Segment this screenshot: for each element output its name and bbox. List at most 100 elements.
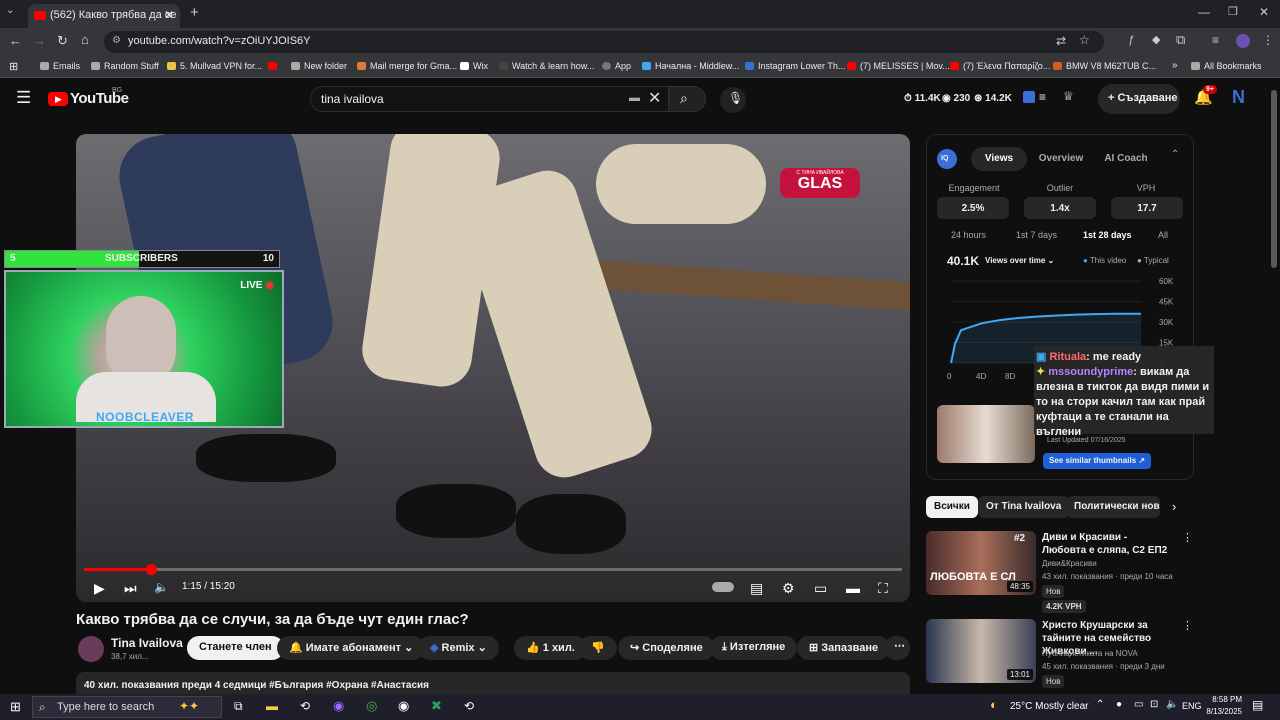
search-input[interactable]: tina ivailova ▬ ✕ [310, 86, 670, 112]
browser-menu-icon[interactable]: ⋮ [1262, 33, 1274, 47]
settings-gear-icon[interactable]: ⚙ [782, 580, 795, 597]
bookmark-youtube[interactable] [268, 61, 281, 71]
recommended-thumbnail[interactable]: 13:01 [926, 619, 1036, 683]
extensions-puzzle-icon[interactable]: ⧉ [1176, 32, 1185, 48]
app-icon[interactable]: ⟲ [464, 699, 474, 713]
microphone-tray-icon[interactable]: ● [1116, 699, 1122, 710]
tab-overview[interactable]: Overview [1033, 147, 1089, 171]
tab-views[interactable]: Views [971, 147, 1027, 171]
page-scrollbar[interactable] [1271, 90, 1277, 268]
vidiq-icon[interactable] [1023, 91, 1035, 103]
channel-avatar[interactable] [78, 636, 104, 662]
chip-from-channel[interactable]: От Tina Ivailova [978, 496, 1070, 518]
range-28d[interactable]: 1st 28 days [1083, 230, 1132, 240]
search-button[interactable]: ⌕ [668, 86, 706, 112]
app-icon[interactable]: ◉ [333, 698, 344, 714]
bookmark-wix[interactable]: Wix [460, 61, 488, 71]
extension-icon[interactable]: ◆ [1152, 33, 1160, 46]
reload-icon[interactable]: ↻ [57, 33, 68, 49]
bookmark-elena[interactable]: (7) Έλενα Παπαρίζο... [950, 61, 1050, 71]
recommended-menu-icon[interactable]: ⋮ [1182, 619, 1193, 632]
tray-chevron-icon[interactable]: ⌃ [1096, 699, 1104, 710]
close-window-icon[interactable]: ✕ [1259, 5, 1269, 19]
bookmark-random-stuff[interactable]: Random Stuff [91, 61, 159, 71]
translate-icon[interactable]: ⇄ [1056, 34, 1066, 48]
subscribed-button[interactable]: 🔔 Имате абонамент ⌄ [277, 636, 426, 660]
progress-bar[interactable] [84, 564, 902, 575]
task-view-icon[interactable]: ⧉ [234, 699, 243, 714]
join-button[interactable]: Станете член [187, 636, 284, 660]
subtitles-icon[interactable]: ▤ [750, 580, 763, 597]
media-icon[interactable]: ≡ [1212, 33, 1219, 47]
profile-avatar[interactable] [1236, 34, 1250, 48]
recommended-title[interactable]: Диви и Красиви - Любовта е сляпа, С2 ЕП2 [1042, 531, 1172, 557]
range-24h[interactable]: 24 hours [951, 230, 986, 240]
tab-list-icon[interactable]: ⌄ [6, 5, 14, 16]
bookmark-melisses[interactable]: (7) MELISSES | Mov... [847, 61, 950, 71]
app-icon[interactable]: ⟲ [300, 699, 310, 713]
range-7d[interactable]: 1st 7 days [1016, 230, 1057, 240]
theater-mode-icon[interactable]: ▬ [846, 580, 860, 596]
restore-icon[interactable]: ❐ [1228, 5, 1238, 18]
recommended-menu-icon[interactable]: ⋮ [1182, 531, 1193, 544]
new-tab-icon[interactable]: + [190, 4, 199, 21]
bookmark-all[interactable]: All Bookmarks [1191, 61, 1262, 71]
recommended-video[interactable]: 13:01 Христо Крушарски за тайните на сем… [926, 619, 1194, 703]
clear-search-icon[interactable]: ✕ [648, 88, 661, 108]
bookmark-emails[interactable]: Emails [40, 61, 80, 71]
file-explorer-icon[interactable]: ▬ [266, 699, 278, 713]
bookmark-watch-learn[interactable]: Watch & learn how... [499, 61, 594, 71]
clock-date[interactable]: 8/13/2025 [1198, 707, 1242, 716]
app-icon[interactable]: ◉ [398, 698, 409, 714]
share-button[interactable]: ↪ Споделяне [618, 636, 715, 660]
excel-icon[interactable]: ✖ [431, 698, 442, 714]
voice-search-button[interactable]: 🎙 [720, 87, 746, 113]
start-windows-icon[interactable]: ⊞ [10, 699, 21, 715]
trophy-icon[interactable]: ♕ [1063, 89, 1074, 103]
network-icon[interactable]: ⊡ [1150, 699, 1158, 710]
browser-tab[interactable]: (562) Какво трябва да се случ... ✕ [28, 4, 180, 28]
volume-icon[interactable]: 🔈 [154, 580, 169, 594]
notifications-icon[interactable]: ▤ [1252, 698, 1263, 712]
chip-political[interactable]: Политически нови... [1066, 496, 1160, 518]
recommended-channel[interactable]: Диви&Красиви [1042, 559, 1097, 568]
clock-time[interactable]: 8:58 PM [1206, 695, 1242, 704]
bookmark-new-folder[interactable]: New folder [291, 61, 347, 71]
next-icon[interactable]: ⏭ [124, 580, 137, 597]
play-icon[interactable]: ▶ [94, 580, 105, 597]
omnibox[interactable]: ⚙ youtube.com/watch?v=zOiUYJOIS6Y ⇄ ☆ [104, 31, 1104, 53]
chips-next-icon[interactable]: › [1172, 499, 1176, 514]
chrome-icon[interactable]: ◎ [366, 698, 377, 714]
collapse-icon[interactable]: ⌃ [1171, 149, 1179, 160]
bookmark-app[interactable]: App [602, 61, 631, 71]
chip-all[interactable]: Всички [926, 496, 978, 518]
bookmark-instagram[interactable]: Instagram Lower Th... [745, 61, 845, 71]
account-avatar[interactable]: N [1232, 87, 1245, 108]
apps-grid-icon[interactable]: ⊞ [9, 60, 18, 73]
like-button[interactable]: 👍 1 хил. [514, 636, 587, 660]
autoplay-toggle[interactable] [712, 582, 734, 592]
create-button[interactable]: + Създаване [1098, 84, 1180, 114]
volume-tray-icon[interactable]: 🔈 [1166, 699, 1178, 710]
hamburger-menu-icon[interactable]: ☰ [16, 88, 31, 108]
home-icon[interactable]: ⌂ [81, 32, 89, 47]
range-all[interactable]: All [1158, 230, 1168, 240]
bookmark-mullvad[interactable]: 5. Mullvad VPN for... [167, 61, 262, 71]
close-tab-icon[interactable]: ✕ [164, 8, 174, 22]
bookmark-bmw[interactable]: BMW V8 M62TUB C... [1053, 61, 1156, 71]
site-info-icon[interactable]: ⚙ [112, 35, 121, 46]
remix-button[interactable]: ◈ Remix ⌄ [418, 636, 499, 660]
extension-fx-icon[interactable]: ƒ [1128, 34, 1134, 46]
bookmark-mail-merge[interactable]: Mail merge for Gma... [357, 61, 457, 71]
taskbar-search[interactable]: ⌕ Type here to search ✦✦ [32, 696, 222, 718]
views-over-time-dropdown[interactable]: Views over time ⌄ [985, 256, 1054, 265]
bookmark-star-icon[interactable]: ☆ [1079, 33, 1090, 47]
download-button[interactable]: ⤓ Изтегляне [710, 636, 798, 660]
fullscreen-icon[interactable]: ⛶ [878, 580, 888, 597]
bookmark-middleware[interactable]: Начална - Middlew... [642, 61, 739, 71]
weather-text[interactable]: 25°C Mostly clear [1010, 701, 1088, 712]
save-button[interactable]: ⊞ Запазване [797, 636, 891, 660]
forward-icon[interactable]: → [33, 33, 46, 48]
minimize-icon[interactable]: — [1198, 5, 1210, 19]
channel-name[interactable]: Tina Ivailova [111, 636, 183, 650]
